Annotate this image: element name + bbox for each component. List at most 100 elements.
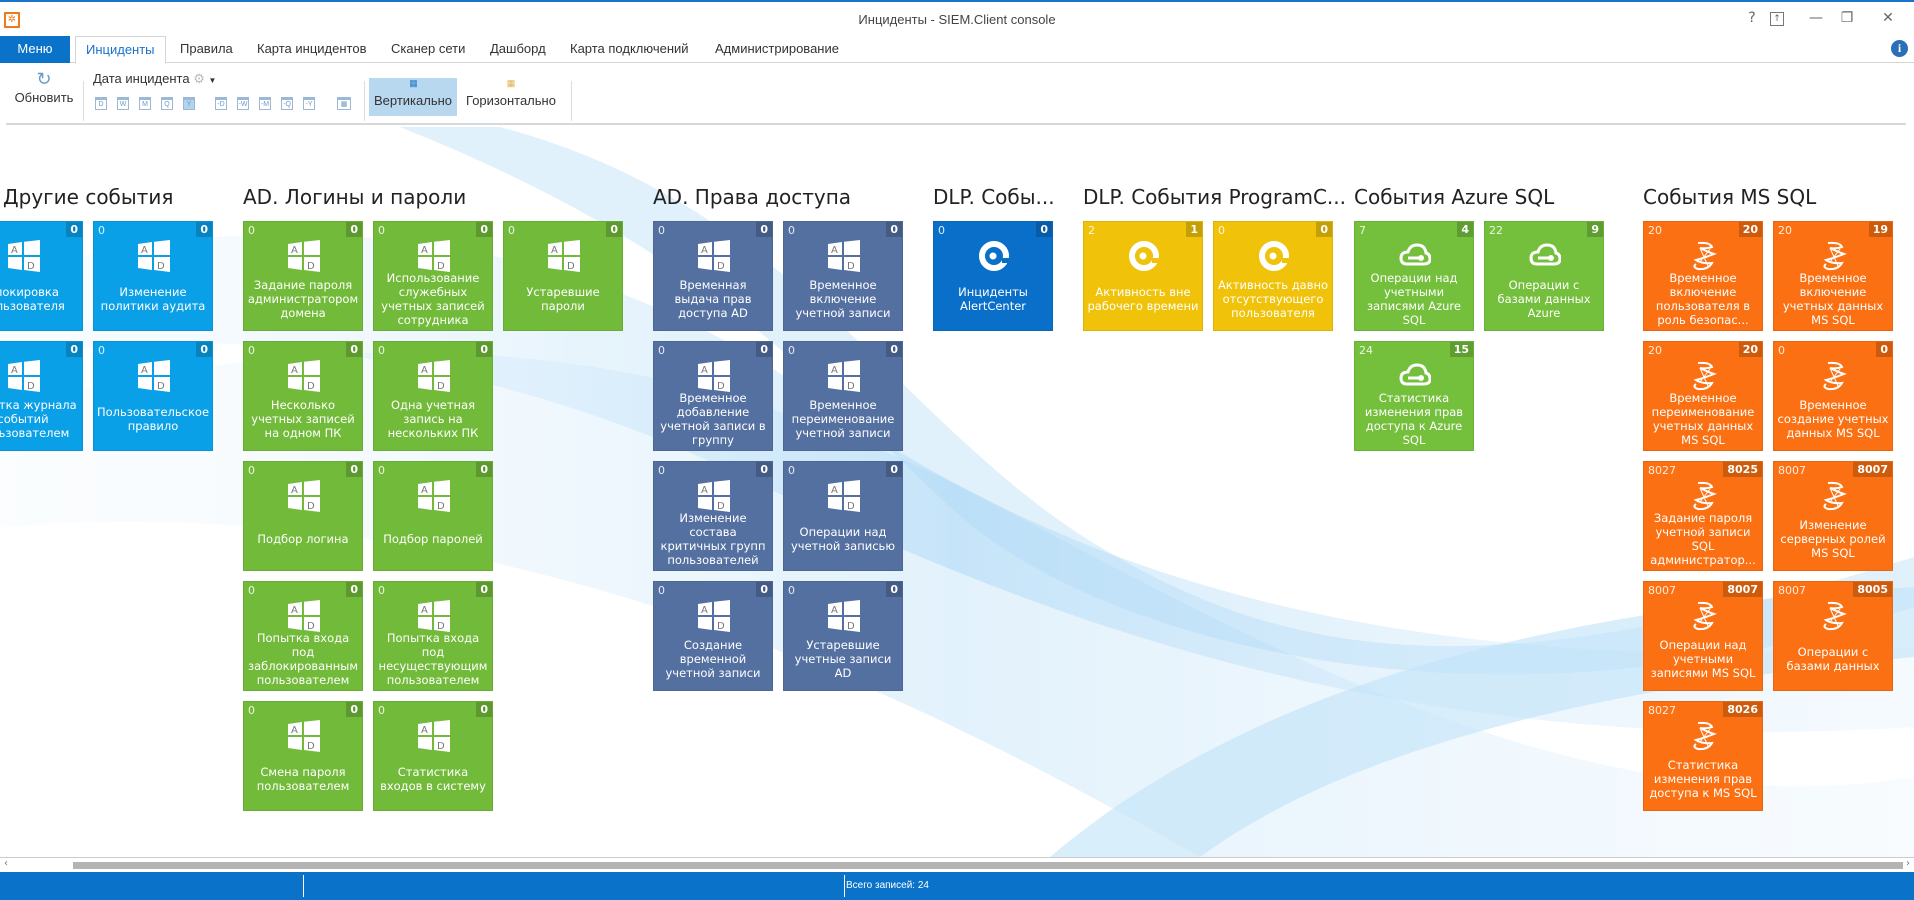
incident-tile[interactable]: 8007 8007 Операции над учетными записями… xyxy=(1643,581,1763,691)
incident-tile[interactable]: 0 0 AD Временное включение учетной запис… xyxy=(783,221,903,331)
date-filter-label[interactable]: Дата инцидента ⚙ ▼ xyxy=(93,71,216,87)
tab-incidents[interactable]: Инциденты xyxy=(75,36,166,64)
menu-button[interactable]: Меню xyxy=(0,36,70,63)
close-icon[interactable]: ✕ xyxy=(1876,10,1900,26)
svg-text:D: D xyxy=(307,741,315,752)
tab-dashboard[interactable]: Дашборд xyxy=(480,36,556,63)
scroll-left-icon[interactable]: ‹ xyxy=(4,858,8,869)
tile-label: Временное включение учетной записи xyxy=(795,278,891,320)
tile-label: Статистика изменения прав доступа к MS S… xyxy=(1649,758,1757,800)
prev-period-m-button[interactable]: -M xyxy=(259,97,271,110)
svg-text:D: D xyxy=(437,501,445,512)
tile-count: 0 xyxy=(788,224,795,237)
tile-label: Блокировка пользователя xyxy=(0,285,65,313)
incident-tile[interactable]: 0 0 AD Смена пароля пользователем xyxy=(243,701,363,811)
incident-tile[interactable]: 0 0 AD Пользовательское правило xyxy=(93,341,213,451)
incident-tile[interactable]: 0 0 AD Блокировка пользователя xyxy=(0,221,83,331)
tile-badge: 8007 xyxy=(1723,582,1762,597)
incident-tile[interactable]: 0 0 AD Очистка журнала событий пользоват… xyxy=(0,341,83,451)
tab-incident-map[interactable]: Карта инцидентов xyxy=(247,36,376,63)
incident-tile[interactable]: 24 15 Статистика изменения прав доступа … xyxy=(1354,341,1474,451)
incident-tile[interactable]: 0 0 AD Подбор логина xyxy=(243,461,363,571)
period-y-button[interactable]: Y xyxy=(183,97,195,110)
tab-connection-map[interactable]: Карта подключений xyxy=(560,36,699,63)
tile-label: Операции над учетными записями Azure SQL xyxy=(1367,271,1461,327)
incident-tile[interactable]: 0 0 AD Попытка входа под заблокированным… xyxy=(243,581,363,691)
ad-windows-icon: AD xyxy=(828,240,860,272)
incident-tile[interactable]: 0 0 AD Временное добавление учетной запи… xyxy=(653,341,773,451)
tile-label: Пользовательское правило xyxy=(96,405,210,433)
tab-network-scanner[interactable]: Сканер сети xyxy=(381,36,475,63)
incident-tile[interactable]: 8007 8007 Изменение серверных ролей MS S… xyxy=(1773,461,1893,571)
ad-windows-icon: AD xyxy=(138,240,170,272)
incident-tile[interactable]: 8027 8025 Задание пароля учетной записи … xyxy=(1643,461,1763,571)
mssql-icon xyxy=(1818,480,1850,512)
incident-tile[interactable]: 20 20 Временное переименование учетных д… xyxy=(1643,341,1763,451)
incident-tile[interactable]: 0 0 AD Подбор паролей xyxy=(373,461,493,571)
incident-tile[interactable]: 2 1 Активность вне рабочего времени xyxy=(1083,221,1203,331)
tab-rules[interactable]: Правила xyxy=(170,36,243,63)
period-d-button[interactable]: D xyxy=(95,97,107,110)
info-icon[interactable]: i xyxy=(1891,40,1908,57)
incident-tile[interactable]: 8027 8026 Статистика изменения прав дост… xyxy=(1643,701,1763,811)
incident-tile[interactable]: 0 0 Инциденты AlertCenter xyxy=(933,221,1053,331)
incident-tile[interactable]: 0 0 AD Изменение политики аудита xyxy=(93,221,213,331)
incident-tile[interactable]: 7 4 Операции над учетными записями Azure… xyxy=(1354,221,1474,331)
incident-tile[interactable]: 0 0 AD Задание пароля администратором до… xyxy=(243,221,363,331)
ad-windows-icon: AD xyxy=(288,360,320,392)
incident-tile[interactable]: 0 0 AD Устаревшие пароли xyxy=(503,221,623,331)
tab-administration[interactable]: Администрирование xyxy=(705,36,849,63)
calendar-icon[interactable]: ▦ xyxy=(337,97,351,110)
incident-tile[interactable]: 20 19 Временное включение учетных данных… xyxy=(1773,221,1893,331)
prev-period-y-button[interactable]: -Y xyxy=(303,97,315,110)
incident-tile[interactable]: 0 0 AD Создание временной учетной записи xyxy=(653,581,773,691)
mssql-icon xyxy=(1688,480,1720,512)
incident-tile[interactable]: 20 20 Временное включение пользователя в… xyxy=(1643,221,1763,331)
scrollbar-thumb[interactable] xyxy=(73,862,1903,869)
horizontal-layout-button[interactable]: ▦ Горизонтально xyxy=(461,78,561,116)
collapse-ribbon-icon[interactable]: ↑ xyxy=(1770,12,1784,26)
svg-text:D: D xyxy=(717,261,725,272)
period-m-button[interactable]: M xyxy=(139,97,151,110)
incident-tile[interactable]: 0 0 AD Операции над учетной записью xyxy=(783,461,903,571)
incident-tile[interactable]: 0 0 AD Использование служебных учетных з… xyxy=(373,221,493,331)
restore-icon[interactable]: ❐ xyxy=(1835,10,1859,26)
incident-tile[interactable]: 0 0 Активность давно отсутствующего поль… xyxy=(1213,221,1333,331)
ad-windows-icon: AD xyxy=(288,480,320,512)
refresh-button[interactable]: ↻ Обновить xyxy=(10,69,78,105)
period-w-button[interactable]: W xyxy=(117,97,129,110)
incident-tile[interactable]: 0 0 AD Устаревшие учетные записи AD xyxy=(783,581,903,691)
tile-count: 0 xyxy=(378,584,385,597)
svg-text:D: D xyxy=(157,261,165,272)
incident-tile[interactable]: 0 0 AD Одна учетная запись на нескольких… xyxy=(373,341,493,451)
prev-period-w-button[interactable]: -W xyxy=(237,97,249,110)
tile-badge: 0 xyxy=(346,342,362,357)
incident-tile[interactable]: 0 0 AD Попытка входа под несуществующим … xyxy=(373,581,493,691)
incident-tile[interactable]: 0 0 AD Статистика входов в систему xyxy=(373,701,493,811)
incident-tile[interactable]: 22 9 Операции с базами данных Azure xyxy=(1484,221,1604,331)
tile-label: Задание пароля учетной записи SQL админи… xyxy=(1650,511,1756,567)
tile-count: 0 xyxy=(378,224,385,237)
dropdown-arrow-icon[interactable]: ▼ xyxy=(209,76,217,85)
prev-period-d-button[interactable]: -D xyxy=(215,97,227,110)
help-icon[interactable]: ? xyxy=(1740,10,1764,26)
incident-tile[interactable]: 8007 8005 Операции с базами данных xyxy=(1773,581,1893,691)
group-title: События MS SQL xyxy=(1643,185,1817,209)
vertical-layout-button[interactable]: ▦ Вертикально xyxy=(369,78,457,116)
incident-tile[interactable]: 0 0 AD Несколько учетных записей на одно… xyxy=(243,341,363,451)
gear-icon[interactable]: ⚙ xyxy=(193,71,205,86)
group-title: События Azure SQL xyxy=(1354,185,1555,209)
incident-tile[interactable]: 0 0 AD Временная выдача прав доступа AD xyxy=(653,221,773,331)
incident-tile[interactable]: 0 0 Временное создание учетных данных MS… xyxy=(1773,341,1893,451)
incident-tile[interactable]: 0 0 AD Временное переименование учетной … xyxy=(783,341,903,451)
scroll-right-icon[interactable]: › xyxy=(1906,858,1910,869)
prev-period-q-button[interactable]: -Q xyxy=(281,97,293,110)
svg-text:A: A xyxy=(831,485,838,496)
incident-tile[interactable]: 0 0 AD Изменение состава критичных групп… xyxy=(653,461,773,571)
horizontal-scrollbar[interactable]: ‹ › xyxy=(0,857,1914,872)
period-q-button[interactable]: Q xyxy=(161,97,173,110)
svg-text:A: A xyxy=(291,605,298,616)
dlp-eye-icon xyxy=(978,240,1010,272)
tile-count: 0 xyxy=(98,344,105,357)
minimize-icon[interactable]: — xyxy=(1804,10,1828,26)
